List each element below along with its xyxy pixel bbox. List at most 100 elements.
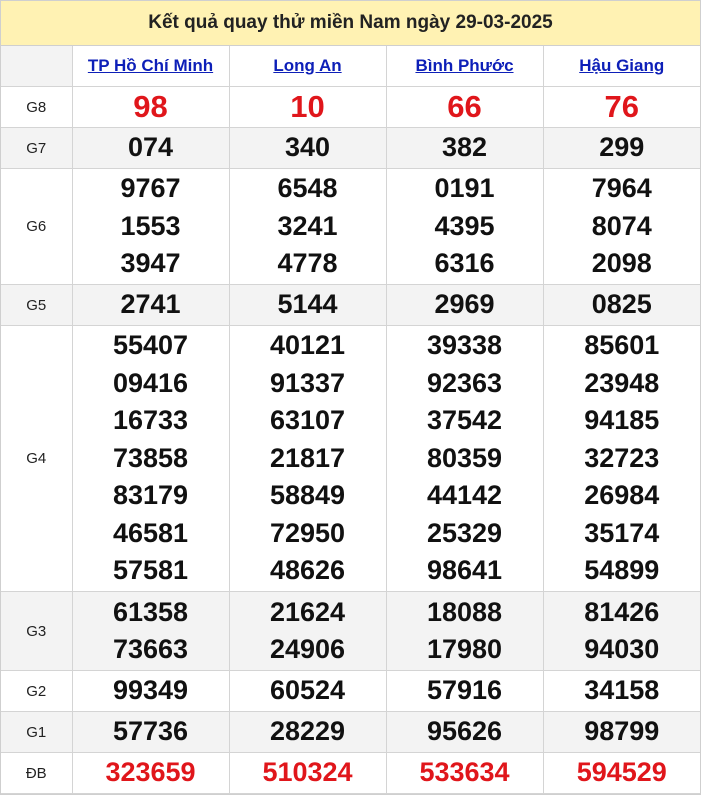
result-number: 73663 xyxy=(112,634,189,664)
result-cell: 6548 3241 4778 xyxy=(228,168,387,285)
result-cell: 61358 73663 xyxy=(71,591,230,671)
result-number: 3947 xyxy=(120,248,181,279)
result-number: 28229 xyxy=(269,716,346,747)
result-cell: 98799 xyxy=(542,711,700,753)
result-cell: 21624 24906 xyxy=(228,591,387,671)
result-number: 57916 xyxy=(426,675,503,706)
page-title: Kết quả quay thử miền Nam ngày 29-03-202… xyxy=(1,1,700,46)
result-number: 60524 xyxy=(269,675,346,706)
result-number: 299 xyxy=(599,132,645,163)
result-cell: 2741 xyxy=(71,284,230,326)
prize-row-g8: G8 98 10 66 76 xyxy=(1,86,700,128)
result-number: 4395 xyxy=(434,210,495,241)
result-number: 10 xyxy=(290,89,325,125)
result-cell: 98 xyxy=(71,86,230,128)
result-number: 323659 xyxy=(105,757,196,788)
result-cell: 85601 23948 94185 32723 26984 35174 54899 xyxy=(542,325,700,592)
result-number: 0191 xyxy=(434,173,495,204)
result-number: 23948 xyxy=(584,367,660,398)
result-number: 76 xyxy=(604,89,639,125)
result-number: 21624 xyxy=(269,596,346,627)
result-number: 61358 xyxy=(112,596,189,627)
prize-label: G6 xyxy=(1,168,73,285)
result-number: 2969 xyxy=(434,289,495,320)
result-number: 99349 xyxy=(112,675,189,706)
result-number: 2741 xyxy=(120,289,181,320)
result-number: 35174 xyxy=(584,517,660,548)
result-number: 66 xyxy=(447,89,482,125)
result-number: 8074 xyxy=(591,210,652,241)
prize-label: G7 xyxy=(1,127,73,169)
result-number: 21817 xyxy=(269,442,346,473)
result-number: 85601 xyxy=(584,330,660,361)
province-link-binh-phuoc[interactable]: Bình Phước xyxy=(415,56,513,75)
province-header-row: TP Hồ Chí Minh Long An Bình Phước Hậu Gi… xyxy=(1,46,700,87)
prize-row-g1: G1 57736 28229 95626 98799 xyxy=(1,711,700,753)
result-cell: 34158 xyxy=(542,670,700,712)
result-number: 6548 xyxy=(277,173,338,204)
result-number: 533634 xyxy=(419,757,510,788)
result-number: 2098 xyxy=(591,248,652,279)
result-number: 80359 xyxy=(426,442,503,473)
result-number: 83179 xyxy=(112,480,189,511)
prize-row-g4: G4 55407 09416 16733 73858 83179 46581 57581 401… xyxy=(1,325,700,592)
result-number: 340 xyxy=(284,132,331,163)
result-number: 48626 xyxy=(269,555,346,586)
prize-row-g5: G5 2741 5144 2969 0825 xyxy=(1,284,700,326)
province-link-long-an[interactable]: Long An xyxy=(273,56,341,75)
result-number: 17980 xyxy=(426,634,503,664)
result-number: 73858 xyxy=(112,442,189,473)
result-cell: 81426 94030 xyxy=(542,591,700,671)
prize-label: G4 xyxy=(1,325,73,592)
province-link-hau-giang[interactable]: Hậu Giang xyxy=(579,56,664,75)
province-link-ho-chi-minh[interactable]: TP Hồ Chí Minh xyxy=(88,56,213,75)
result-number: 94030 xyxy=(584,634,660,664)
prize-row-g2: G2 99349 60524 57916 34158 xyxy=(1,670,700,712)
result-cell: 39338 92363 37542 80359 44142 25329 98641 xyxy=(385,325,544,592)
result-cell: 10 xyxy=(228,86,387,128)
result-number: 57581 xyxy=(112,555,189,586)
result-number: 3241 xyxy=(277,210,338,241)
result-number: 92363 xyxy=(426,367,503,398)
result-number: 24906 xyxy=(269,634,346,664)
result-cell: 60524 xyxy=(228,670,387,712)
result-number: 37542 xyxy=(426,405,503,436)
result-cell: 340 xyxy=(228,127,387,169)
prize-label: G8 xyxy=(1,86,73,128)
result-cell: 28229 xyxy=(228,711,387,753)
result-number: 95626 xyxy=(426,716,503,747)
result-cell: 40121 91337 63107 21817 58849 72950 48626 xyxy=(228,325,387,592)
result-number: 63107 xyxy=(269,405,346,436)
result-number: 09416 xyxy=(112,367,189,398)
result-number: 1553 xyxy=(120,210,181,241)
result-number: 074 xyxy=(127,132,174,163)
result-cell: 66 xyxy=(385,86,544,128)
result-number: 44142 xyxy=(426,480,503,511)
result-number: 58849 xyxy=(269,480,346,511)
result-number: 72950 xyxy=(269,517,346,548)
corner-cell xyxy=(1,46,73,87)
result-number: 7964 xyxy=(591,173,652,204)
result-number: 54899 xyxy=(584,555,660,586)
prize-row-g6: G6 9767 1553 3947 6548 3241 4778 0191 4395 6316 79… xyxy=(1,168,700,285)
result-cell: 5144 xyxy=(228,284,387,326)
result-cell: 074 xyxy=(71,127,230,169)
result-number: 81426 xyxy=(584,596,660,627)
result-cell: 0191 4395 6316 xyxy=(385,168,544,285)
result-cell: 57736 xyxy=(71,711,230,753)
result-cell: 0825 xyxy=(542,284,700,326)
result-cell: 55407 09416 16733 73858 83179 46581 57581 xyxy=(71,325,230,592)
result-number: 0825 xyxy=(591,289,652,320)
result-number: 39338 xyxy=(426,330,503,361)
prize-row-g7: G7 074 340 382 299 xyxy=(1,127,700,169)
result-cell: 99349 xyxy=(71,670,230,712)
result-number: 25329 xyxy=(426,517,503,548)
result-cell: 533634 xyxy=(385,752,544,794)
result-number: 510324 xyxy=(262,757,353,788)
result-cell: 594529 xyxy=(542,752,700,794)
result-number: 57736 xyxy=(112,716,189,747)
prize-label: G3 xyxy=(1,591,73,671)
results-table: TP Hồ Chí Minh Long An Bình Phước Hậu Gi… xyxy=(1,46,700,794)
result-cell: 76 xyxy=(542,86,700,128)
result-number: 34158 xyxy=(584,675,660,706)
